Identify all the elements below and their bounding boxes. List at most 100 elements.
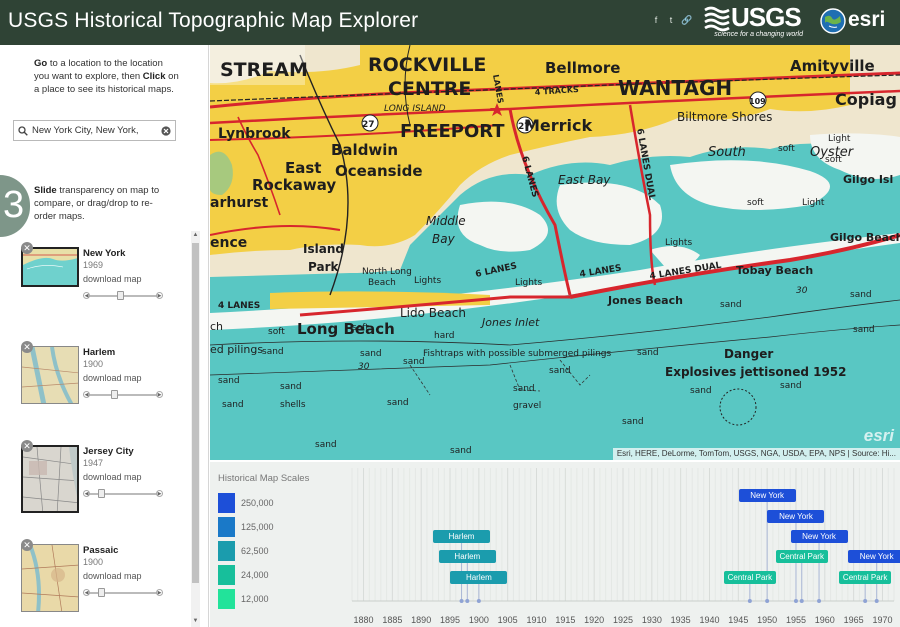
map-label-rockville: ROCKVILLE bbox=[368, 54, 486, 76]
facebook-icon[interactable]: f bbox=[651, 15, 661, 25]
map-attribution[interactable]: Esri, HERE, DeLorme, TomTom, USGS, NGA, … bbox=[612, 448, 900, 460]
map-view[interactable]: STREAM ROCKVILLE CENTRE Bellmore Amityvi… bbox=[210, 45, 900, 460]
link-icon[interactable]: 🔗 bbox=[681, 15, 692, 25]
map-label-sand-9: sand bbox=[513, 384, 535, 394]
search-icon[interactable] bbox=[18, 126, 28, 136]
timeline-map-item[interactable]: Harlem bbox=[450, 571, 508, 584]
timeline-item-dot bbox=[874, 599, 879, 603]
map-label-bay: Bay bbox=[432, 232, 456, 246]
map-thumbnail[interactable] bbox=[21, 445, 79, 513]
download-map-link[interactable]: download map bbox=[83, 274, 142, 284]
timeline-map-item[interactable]: Central Park bbox=[775, 550, 828, 563]
map-label-fishtraps: Fishtraps with possible submerged piling… bbox=[423, 349, 611, 359]
transparency-slider[interactable]: ◀ ▶ bbox=[83, 390, 163, 400]
scale-swatch[interactable] bbox=[218, 589, 235, 609]
timeline-item-dot bbox=[747, 599, 752, 603]
scrollbar-thumb[interactable] bbox=[192, 243, 199, 583]
timeline-item-dot bbox=[765, 599, 770, 603]
map-list-scrollbar[interactable]: ▲ ▼ bbox=[191, 231, 200, 627]
map-label-light-1: Light bbox=[828, 134, 851, 144]
map-name: New York bbox=[83, 248, 126, 259]
usgs-wave-icon bbox=[704, 6, 730, 32]
map-label-merrick: Merrick bbox=[524, 116, 593, 135]
year-tick-label: 1935 bbox=[671, 615, 691, 625]
scale-swatch[interactable] bbox=[218, 541, 235, 561]
slider-left-arrow-icon[interactable]: ◀ bbox=[83, 589, 90, 596]
slider-handle[interactable] bbox=[110, 390, 118, 399]
download-map-link[interactable]: download map bbox=[83, 472, 142, 482]
download-map-link[interactable]: download map bbox=[83, 571, 142, 581]
map-label-lights-2: Lights bbox=[515, 278, 542, 288]
slider-left-arrow-icon[interactable]: ◀ bbox=[83, 490, 90, 497]
slider-left-arrow-icon[interactable]: ◀ bbox=[83, 292, 90, 299]
transparency-slider[interactable]: ◀ ▶ bbox=[83, 489, 163, 499]
map-card-new-york[interactable]: ✕ New York 1969 download map ◀ ▶ bbox=[0, 242, 188, 334]
scale-label: 250,000 bbox=[241, 498, 274, 508]
map-label-soft-4: soft bbox=[268, 327, 285, 337]
remove-map-icon[interactable]: ✕ bbox=[21, 539, 33, 551]
map-label-road-27: 27 bbox=[362, 120, 375, 130]
map-thumbnail[interactable] bbox=[21, 346, 79, 404]
map-label-soft-5: soft bbox=[352, 323, 369, 333]
timeline-item-dot bbox=[817, 599, 822, 603]
map-label-middle: Middle bbox=[426, 214, 466, 228]
location-search-box[interactable] bbox=[13, 120, 176, 141]
usgs-logo[interactable]: USGS science for a changing world bbox=[703, 2, 803, 42]
remove-map-icon[interactable]: ✕ bbox=[21, 242, 33, 254]
remove-map-icon[interactable]: ✕ bbox=[21, 341, 33, 353]
transparency-slider[interactable]: ◀ ▶ bbox=[83, 291, 163, 301]
download-map-link[interactable]: download map bbox=[83, 373, 142, 383]
map-card-passaic[interactable]: ✕ Passaic 1900 download map ◀ ▶ bbox=[0, 539, 188, 627]
slider-handle[interactable] bbox=[98, 588, 106, 597]
search-input[interactable] bbox=[32, 123, 157, 138]
timeline-item-dot bbox=[799, 599, 804, 603]
map-label-bellmore: Bellmore bbox=[545, 59, 620, 77]
scale-swatch[interactable] bbox=[218, 565, 235, 585]
map-label-depth-30: 30 bbox=[796, 286, 808, 296]
map-card-jersey-city[interactable]: ✕ Jersey City 1947 download map ◀ ▶ bbox=[0, 440, 188, 532]
timeline-map-item[interactable]: Harlem bbox=[438, 550, 496, 563]
map-label-soft-1: soft bbox=[778, 144, 795, 154]
timeline-map-item[interactable]: New York bbox=[738, 489, 796, 502]
timeline-map-item[interactable]: New York bbox=[790, 530, 848, 543]
map-thumbnail-image bbox=[23, 447, 77, 511]
slider-handle[interactable] bbox=[98, 489, 106, 498]
map-label-sand-15: sand bbox=[450, 446, 472, 456]
map-label-rockaway: Rockaway bbox=[252, 176, 336, 194]
timeline-map-item[interactable]: New York bbox=[767, 510, 825, 523]
map-label-road-109: 109 bbox=[749, 97, 766, 106]
slider-right-arrow-icon[interactable]: ▶ bbox=[156, 589, 163, 596]
map-label-lynbrook: Lynbrook bbox=[218, 126, 291, 142]
esri-logo[interactable]: esri bbox=[818, 6, 896, 38]
map-thumbnail-image bbox=[23, 249, 77, 285]
app-window: USGS Historical Topographic Map Explorer… bbox=[0, 0, 900, 627]
scroll-up-arrow-icon[interactable]: ▲ bbox=[191, 231, 200, 240]
scale-label: 12,000 bbox=[241, 594, 269, 604]
slider-handle[interactable] bbox=[117, 291, 124, 300]
timeline-map-item[interactable]: New York bbox=[848, 550, 900, 563]
step2-instructions: Go to a location to the location you wan… bbox=[34, 57, 179, 96]
map-card-harlem[interactable]: ✕ Harlem 1900 download map ◀ ▶ bbox=[0, 341, 188, 433]
scale-swatch[interactable] bbox=[218, 517, 235, 537]
map-thumbnail[interactable] bbox=[21, 544, 79, 612]
scale-swatch[interactable] bbox=[218, 493, 235, 513]
slider-right-arrow-icon[interactable]: ▶ bbox=[156, 490, 163, 497]
timeline-map-item[interactable]: Central Park bbox=[723, 571, 776, 584]
timeline-map-item[interactable]: Central Park bbox=[839, 571, 892, 584]
year-tick-label: 1940 bbox=[699, 615, 719, 625]
timeline-map-item[interactable]: Harlem bbox=[433, 530, 491, 543]
scroll-down-arrow-icon[interactable]: ▼ bbox=[191, 617, 200, 626]
slider-track bbox=[89, 394, 157, 396]
remove-map-icon[interactable]: ✕ bbox=[21, 440, 33, 452]
scale-label: 62,500 bbox=[241, 546, 269, 556]
map-thumbnail-image bbox=[22, 347, 78, 403]
transparency-slider[interactable]: ◀ ▶ bbox=[83, 588, 163, 598]
slider-left-arrow-icon[interactable]: ◀ bbox=[83, 391, 90, 398]
map-label-sand-14: sand bbox=[315, 440, 337, 450]
map-year: 1900 bbox=[83, 359, 104, 369]
slider-right-arrow-icon[interactable]: ▶ bbox=[156, 292, 163, 299]
slider-right-arrow-icon[interactable]: ▶ bbox=[156, 391, 163, 398]
twitter-icon[interactable]: t bbox=[666, 15, 676, 25]
clear-icon[interactable] bbox=[161, 126, 171, 136]
map-label-wantagh: WANTAGH bbox=[618, 76, 732, 100]
